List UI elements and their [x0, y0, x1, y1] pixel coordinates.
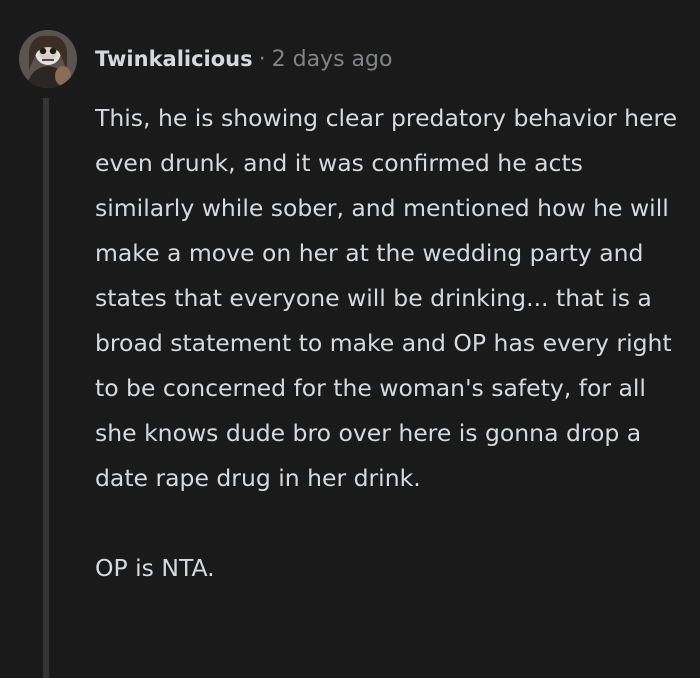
username-link[interactable]: Twinkalicious	[95, 47, 253, 71]
comment-body: This, he is showing clear predatory beha…	[95, 96, 685, 591]
meta-separator: ·	[258, 47, 266, 72]
user-avatar-icon[interactable]	[19, 30, 77, 88]
comment-timestamp[interactable]: 2 days ago	[272, 47, 393, 72]
comment: Twinkalicious · 2 days ago This, he is sho…	[0, 0, 700, 678]
thread-collapse-line[interactable]	[43, 98, 49, 678]
comment-paragraph: This, he is showing clear predatory beha…	[95, 104, 678, 492]
comment-meta: Twinkalicious · 2 days ago	[95, 43, 392, 76]
comment-paragraph: OP is NTA.	[95, 554, 215, 582]
